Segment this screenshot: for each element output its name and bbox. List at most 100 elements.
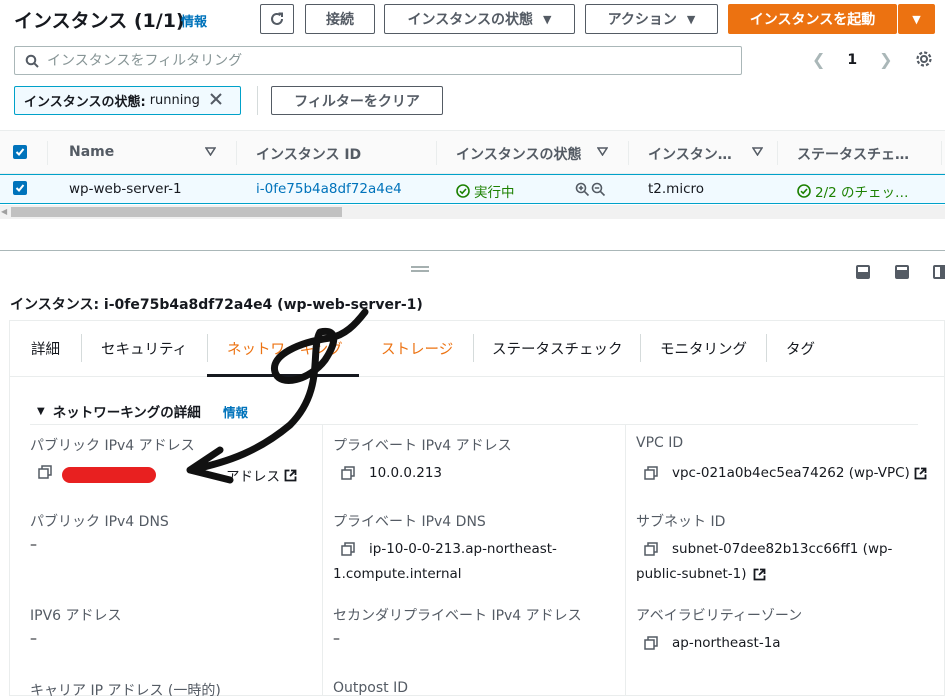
panel-split-icon[interactable] (895, 265, 909, 279)
panel-side-icon[interactable] (933, 265, 945, 279)
ipv6-label: IPV6 アドレス (30, 608, 122, 624)
launch-options-caret-button[interactable]: ▼ (898, 4, 935, 34)
refresh-button[interactable] (260, 4, 294, 34)
scrollbar-thumb[interactable] (11, 207, 342, 217)
availability-zone-label: アベイラビリティーゾーン (636, 608, 803, 624)
filter-token: インスタンスの状態: running (14, 86, 241, 115)
connect-button[interactable]: 接続 (305, 4, 375, 34)
copy-icon[interactable] (644, 466, 658, 480)
pagination: ❮ 1 ❯ (812, 50, 893, 69)
column-header-name[interactable]: Name (69, 144, 114, 160)
secondary-ipv4-value: – (333, 631, 340, 647)
cell-instance-type: t2.micro (648, 181, 705, 197)
chevron-left-icon[interactable]: ❮ (812, 50, 825, 69)
tab-storage[interactable]: ストレージ (381, 338, 453, 359)
launch-instance-button[interactable]: インスタンスを起動 (728, 4, 897, 34)
public-dns-value: – (30, 537, 37, 553)
divider (236, 141, 237, 165)
search-input[interactable] (47, 52, 727, 69)
instance-state-dropdown[interactable]: インスタンスの状態 ▼ (384, 4, 575, 34)
panel-bottom-icon[interactable] (856, 265, 870, 279)
secondary-ipv4-label: セカンダリプライベート IPv4 アドレス (333, 608, 582, 624)
success-check-icon (797, 184, 811, 198)
search-icon (25, 54, 39, 68)
outpost-id-label: Outpost ID (333, 680, 408, 696)
copy-icon[interactable] (644, 542, 658, 556)
copy-icon[interactable] (644, 636, 658, 650)
zoom-controls (575, 182, 606, 197)
scroll-left-icon[interactable]: ◀ (1, 207, 7, 216)
sort-icon[interactable] (205, 147, 216, 156)
cell-status-check[interactable]: 2/2 のチェッ… (797, 181, 909, 201)
tab-tags[interactable]: タグ (786, 338, 815, 359)
clear-filters-button[interactable]: フィルターをクリア (271, 86, 443, 115)
vpc-id-text: vpc-021a0b4ec5ea74262 (wp-VPC) (672, 465, 910, 481)
ipv6-value: – (30, 631, 37, 647)
copy-icon[interactable] (38, 465, 52, 479)
zoom-out-icon[interactable] (591, 182, 606, 197)
availability-zone-text: ap-northeast-1a (672, 635, 781, 651)
refresh-icon (271, 12, 283, 25)
page-number[interactable]: 1 (847, 52, 857, 68)
filter-value: running (149, 93, 200, 108)
status-check-text: 2/2 のチェッ… (815, 185, 909, 201)
panel-divider (0, 250, 945, 251)
chevron-right-icon[interactable]: ❯ (879, 50, 892, 69)
state-text: 実行中 (474, 185, 515, 201)
vpc-id-label: VPC ID (636, 435, 684, 451)
success-check-icon (456, 184, 470, 198)
tab-monitoring[interactable]: モニタリング (660, 338, 747, 359)
table-row[interactable]: wp-web-server-1 i-0fe75b4a8df72a4e4 実行中 … (0, 174, 945, 204)
instance-state-label: インスタンスの状態 (407, 12, 533, 28)
tab-details[interactable]: 詳細 (31, 338, 60, 359)
gear-icon[interactable] (915, 50, 933, 72)
redaction-mark (62, 467, 156, 483)
actions-dropdown[interactable]: アクション ▼ (585, 4, 718, 34)
column-header-instance-id[interactable]: インスタンス ID (256, 144, 361, 164)
divider (941, 141, 942, 165)
filter-key: インスタンスの状態: (24, 95, 146, 110)
caret-down-icon: ▼ (542, 12, 552, 26)
info-link[interactable]: 情報 (181, 11, 207, 30)
sort-icon[interactable] (597, 147, 608, 156)
private-dns-line1: ip-10-0-0-213.ap-northeast- (369, 541, 557, 557)
copy-icon[interactable] (341, 542, 355, 556)
carrier-ip-label: キャリア IP アドレス (一時的) (30, 683, 221, 696)
search-box[interactable] (14, 46, 742, 75)
private-dns-line2: 1.compute.internal (333, 566, 462, 582)
row-checkbox[interactable] (13, 181, 27, 195)
tab-status-checks[interactable]: ステータスチェック (492, 338, 623, 359)
subnet-id-line1: subnet-07dee82b13cc66ff1 (wp- (672, 541, 893, 557)
subnet-id-label: サブネット ID (636, 514, 726, 530)
select-all-checkbox[interactable] (13, 145, 27, 159)
public-dns-label: パブリック IPv4 DNS (30, 514, 169, 530)
table-header: Name インスタンス ID インスタンスの状態 インスタン… ステータスチェ… (0, 131, 945, 174)
external-link-icon (753, 568, 765, 580)
actions-label: アクション (607, 12, 677, 28)
drag-handle-icon[interactable] (411, 266, 429, 272)
caret-down-icon: ▼ (37, 405, 45, 417)
column-header-instance-state[interactable]: インスタンスの状態 (456, 144, 581, 164)
private-dns-value: ip-10-0-0-213.ap-northeast- (341, 541, 557, 557)
page-title: インスタンス (1/1) (14, 10, 185, 32)
vpc-id-link[interactable]: vpc-021a0b4ec5ea74262 (wp-VPC) (644, 465, 927, 481)
availability-zone-value: ap-northeast-1a (644, 635, 781, 651)
sort-icon[interactable] (752, 147, 763, 156)
column-header-instance-type[interactable]: インスタン… (648, 144, 732, 164)
cell-name: wp-web-server-1 (69, 181, 182, 197)
column-header-status-check[interactable]: ステータスチェ… (797, 144, 909, 164)
zoom-in-icon[interactable] (575, 182, 590, 197)
subnet-id-line2: public-subnet-1) (636, 566, 747, 582)
divider (625, 425, 626, 696)
divider (257, 86, 258, 115)
divider (640, 334, 641, 362)
annotation-arrow-icon (186, 308, 369, 484)
close-icon[interactable] (210, 92, 222, 109)
divider (628, 141, 629, 165)
subnet-id-link[interactable]: subnet-07dee82b13cc66ff1 (wp- (644, 541, 892, 557)
cell-instance-id-link[interactable]: i-0fe75b4a8df72a4e4 (256, 181, 402, 197)
caret-down-icon: ▼ (686, 12, 696, 26)
divider (81, 334, 82, 362)
subnet-id-link-line2[interactable]: public-subnet-1) (636, 566, 766, 582)
external-link-icon (914, 467, 927, 479)
